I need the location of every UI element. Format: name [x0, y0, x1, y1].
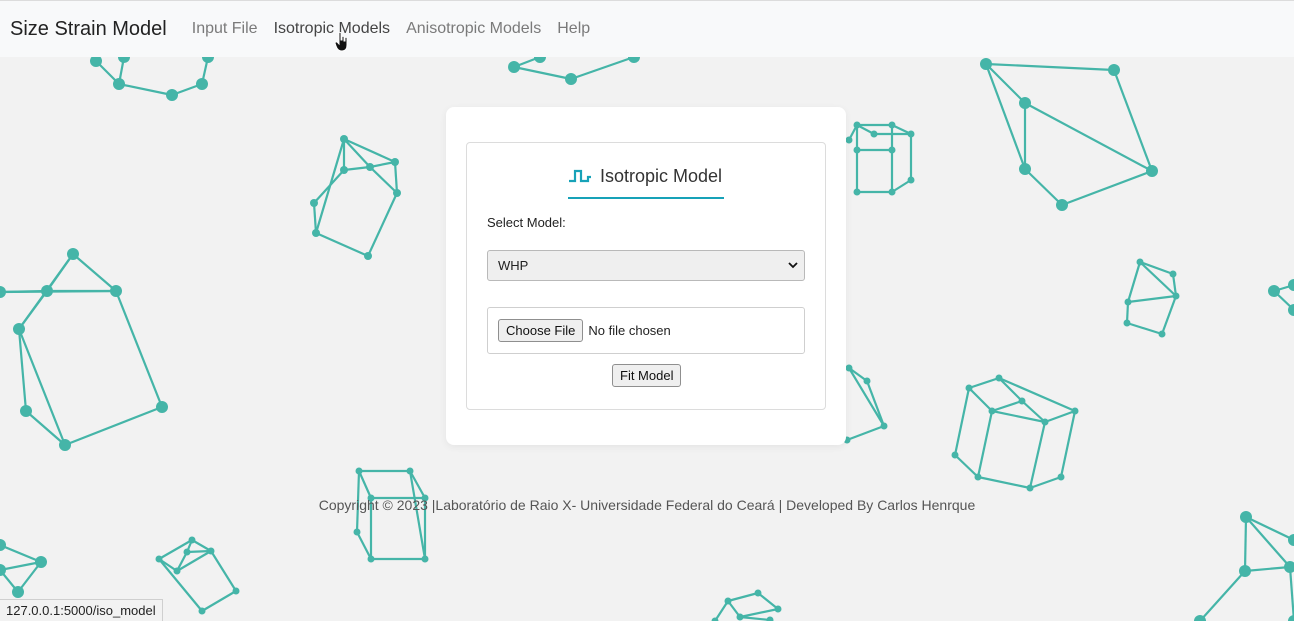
fit-model-button[interactable]: Fit Model [612, 364, 682, 387]
file-input-box: Choose File No file chosen [487, 307, 805, 354]
card-title: Isotropic Model [600, 165, 723, 186]
nav-help[interactable]: Help [557, 20, 590, 38]
waveform-icon [569, 169, 591, 183]
card-heading: Isotropic Model [568, 161, 724, 199]
nav-anisotropic-models[interactable]: Anisotropic Models [406, 20, 541, 38]
model-select-value: WHP [498, 258, 529, 273]
model-form: Isotropic Model Select Model: WHP Choose… [466, 142, 826, 410]
nav-isotropic-models[interactable]: Isotropic Models [274, 20, 391, 38]
select-model-label: Select Model: [487, 215, 566, 230]
brand-title[interactable]: Size Strain Model [10, 18, 167, 41]
footer-copyright: Copyright © 2023 |Laboratório de Raio X-… [318, 497, 976, 513]
model-card: Isotropic Model Select Model: WHP Choose… [446, 107, 846, 445]
file-status-text: No file chosen [588, 323, 671, 338]
nav-input-file[interactable]: Input File [192, 20, 258, 38]
navbar: Size Strain Model Input File Isotropic M… [0, 0, 1294, 57]
choose-file-button[interactable]: Choose File [498, 319, 584, 342]
status-bar-url: 127.0.0.1:5000/iso_model [0, 599, 163, 621]
model-select[interactable]: WHP [487, 250, 805, 281]
pointer-cursor-icon [335, 32, 348, 52]
chevron-down-icon [788, 262, 798, 269]
